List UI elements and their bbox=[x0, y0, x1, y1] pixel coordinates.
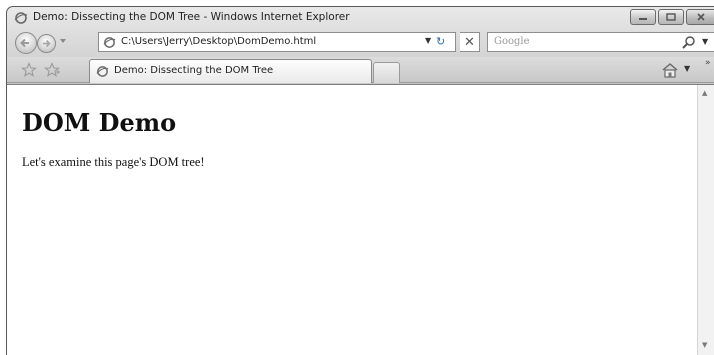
page-heading: DOM Demo bbox=[22, 108, 177, 137]
search-dropdown-icon[interactable]: ▼ bbox=[702, 37, 708, 46]
ie-page-icon bbox=[14, 12, 28, 24]
tab-bar: Demo: Dissecting the DOM Tree ▼ » bbox=[7, 57, 714, 83]
vertical-scrollbar[interactable]: ▲ ▼ bbox=[697, 85, 714, 355]
more-tools-chevron-icon[interactable]: » bbox=[705, 58, 711, 68]
ie-page-icon bbox=[96, 66, 109, 77]
stop-icon: ✕ bbox=[464, 35, 475, 50]
tab-label: Demo: Dissecting the DOM Tree bbox=[114, 65, 274, 76]
stop-button[interactable]: ✕ bbox=[460, 32, 480, 52]
home-dropdown-icon[interactable]: ▼ bbox=[684, 64, 690, 73]
navigation-bar: C:\Users\Jerry\Desktop\DomDemo.html ▼ ↻ … bbox=[7, 29, 714, 57]
forward-arrow-icon bbox=[43, 39, 51, 48]
add-favorite-icon[interactable] bbox=[44, 62, 60, 78]
address-dropdown-icon[interactable]: ▼ bbox=[425, 36, 431, 45]
home-icon[interactable] bbox=[661, 62, 679, 79]
scroll-down-icon[interactable]: ▼ bbox=[702, 341, 707, 349]
scroll-up-icon[interactable]: ▲ bbox=[702, 89, 707, 97]
favorites-star-icon[interactable] bbox=[21, 62, 37, 78]
address-bar[interactable]: C:\Users\Jerry\Desktop\DomDemo.html ▼ ↻ bbox=[98, 32, 456, 52]
close-button[interactable] bbox=[686, 9, 714, 25]
maximize-button[interactable] bbox=[658, 9, 684, 25]
title-bar: Demo: Dissecting the DOM Tree - Windows … bbox=[7, 7, 714, 29]
browser-window: Demo: Dissecting the DOM Tree - Windows … bbox=[6, 6, 714, 355]
ie-page-icon bbox=[103, 37, 116, 48]
back-arrow-icon bbox=[20, 38, 29, 48]
tab-active[interactable]: Demo: Dissecting the DOM Tree bbox=[89, 59, 372, 83]
forward-button[interactable] bbox=[37, 34, 56, 53]
recent-pages-dropdown-icon[interactable] bbox=[60, 38, 66, 44]
close-icon bbox=[697, 13, 705, 21]
minimize-button[interactable] bbox=[630, 9, 656, 25]
minimize-icon bbox=[639, 18, 647, 20]
search-icon[interactable] bbox=[681, 35, 697, 51]
refresh-icon[interactable]: ↻ bbox=[436, 35, 445, 48]
window-title: Demo: Dissecting the DOM Tree - Windows … bbox=[33, 11, 350, 23]
page-paragraph: Let's examine this page's DOM tree! bbox=[22, 155, 205, 169]
page-content: DOM Demo Let's examine this page's DOM t… bbox=[7, 84, 714, 355]
back-button[interactable] bbox=[15, 32, 37, 54]
maximize-icon bbox=[666, 13, 676, 21]
address-url[interactable]: C:\Users\Jerry\Desktop\DomDemo.html bbox=[121, 36, 316, 47]
search-input[interactable]: Google bbox=[494, 36, 530, 47]
search-box[interactable]: Google ▼ bbox=[487, 32, 714, 52]
caption-buttons bbox=[630, 9, 714, 25]
new-tab-button[interactable] bbox=[373, 62, 400, 83]
